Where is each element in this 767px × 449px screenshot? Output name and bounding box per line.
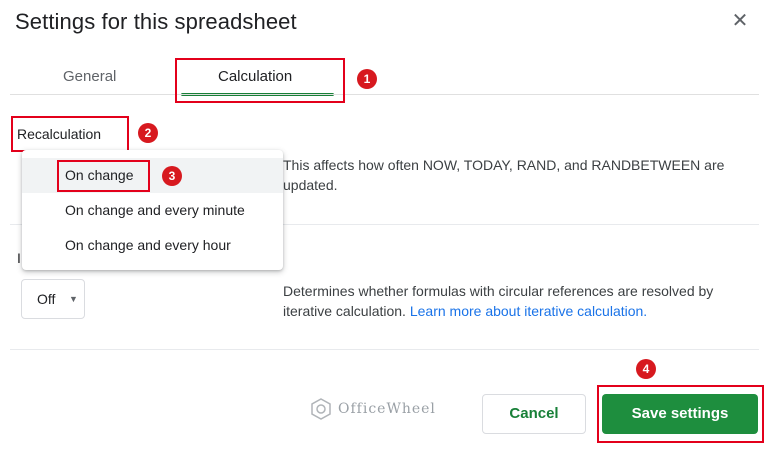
- annotation-box-1: [175, 58, 345, 103]
- close-icon[interactable]: ✕: [729, 10, 751, 32]
- iterative-select-value: Off: [37, 291, 56, 307]
- annotation-box-2: [11, 116, 129, 152]
- learn-more-link[interactable]: Learn more about iterative calculation.: [410, 303, 647, 319]
- menu-item-every-hour[interactable]: On change and every hour: [22, 228, 283, 263]
- tabs-divider: [10, 94, 759, 95]
- iterative-calculation-label: I: [17, 250, 21, 266]
- officewheel-watermark: OfficeWheel: [310, 398, 436, 420]
- recalculation-description: This affects how often NOW, TODAY, RAND,…: [283, 157, 725, 193]
- footer-divider: [10, 349, 759, 350]
- chevron-down-icon: ▼: [69, 294, 78, 304]
- tab-general[interactable]: General: [63, 68, 116, 85]
- iterative-calculation-select[interactable]: Off ▼: [21, 279, 85, 319]
- annotation-badge-2: 2: [138, 123, 158, 143]
- settings-dialog: Settings for this spreadsheet ✕ General …: [0, 0, 767, 449]
- annotation-badge-4: 4: [636, 359, 656, 379]
- menu-item-every-minute[interactable]: On change and every minute: [22, 193, 283, 228]
- annotation-box-3: [57, 160, 150, 192]
- annotation-badge-3: 3: [162, 166, 182, 186]
- watermark-text: OfficeWheel: [338, 401, 436, 417]
- officewheel-logo-icon: [311, 398, 331, 420]
- annotation-box-4: [597, 385, 764, 443]
- cancel-button[interactable]: Cancel: [482, 394, 586, 434]
- dialog-title: Settings for this spreadsheet: [15, 9, 297, 34]
- iterative-description: Determines whether formulas with circula…: [283, 281, 753, 321]
- annotation-badge-1: 1: [357, 69, 377, 89]
